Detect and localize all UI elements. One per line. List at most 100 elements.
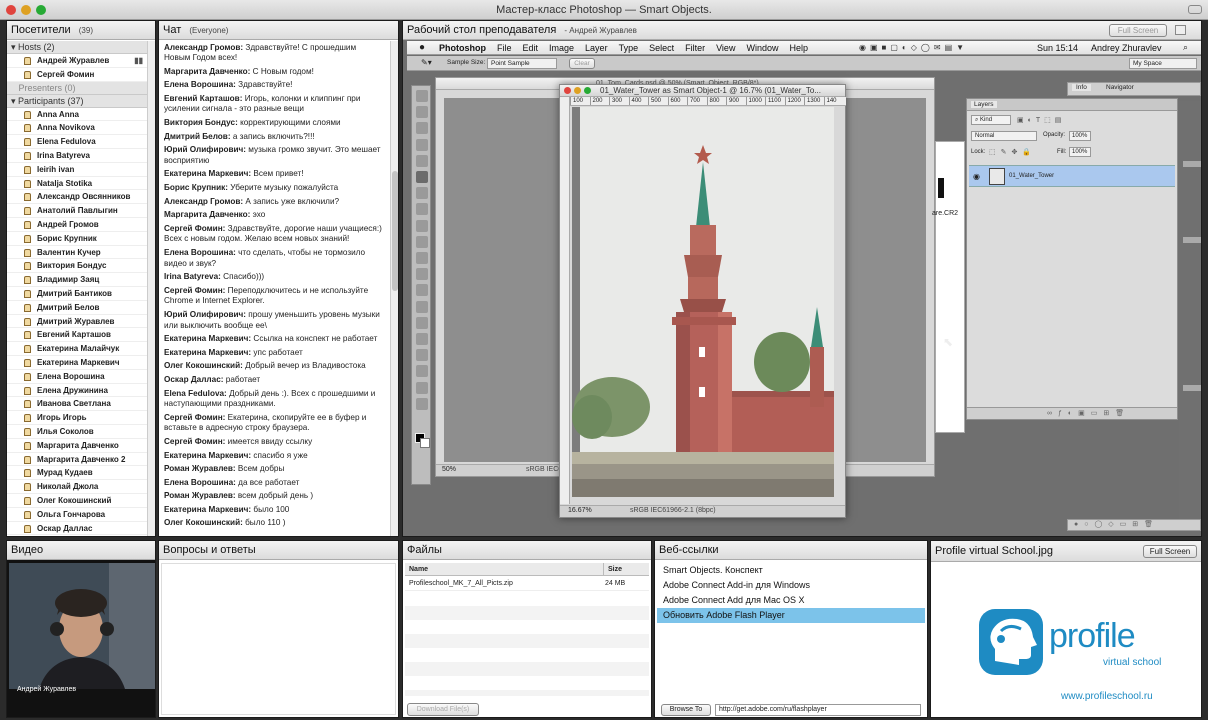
participant-item[interactable]: Валентин Кучер <box>7 246 147 260</box>
blur-tool-icon[interactable] <box>416 284 428 297</box>
opacity-field[interactable]: 100% <box>1069 131 1091 141</box>
layers-tab[interactable]: Layers <box>971 101 997 108</box>
ps-menu-view[interactable]: View <box>716 43 735 53</box>
path-select-tool-icon[interactable] <box>416 349 428 362</box>
weblink-item[interactable]: Обновить Adobe Flash Player <box>657 608 925 623</box>
participant-item[interactable]: Владимир Заяц <box>7 273 147 287</box>
bottom-panel-icons[interactable]: ●○◯◇▭⊞🗑 <box>1067 519 1201 531</box>
ps-menu-photoshop[interactable]: Photoshop <box>439 43 486 53</box>
participant-item[interactable]: Илья Соколов <box>7 425 147 439</box>
weblink-item[interactable]: Smart Objects. Конспект <box>657 563 925 578</box>
doc-minimize-button[interactable] <box>574 87 581 94</box>
type-tool-icon[interactable] <box>416 333 428 345</box>
eyedropper-icon[interactable]: ✎▾ <box>421 58 432 67</box>
presenters-group[interactable]: Presenters (0) <box>7 81 147 95</box>
weblink-item[interactable]: Adobe Connect Add для Mac OS X <box>657 593 925 608</box>
ps-menu-layer[interactable]: Layer <box>585 43 608 53</box>
doc-close-button[interactable] <box>564 87 571 94</box>
download-files-button[interactable]: Download File(s) <box>407 703 479 716</box>
participant-item[interactable]: Андрей Громов <box>7 218 147 232</box>
ps-menu-edit[interactable]: Edit <box>523 43 539 53</box>
participant-item[interactable]: Борис Крупник <box>7 232 147 246</box>
share-menu-icon[interactable] <box>1175 25 1186 35</box>
participant-item[interactable]: Ieirih ivan <box>7 163 147 177</box>
participant-item[interactable]: Маргарита Давченко 2 <box>7 453 147 467</box>
participant-item[interactable]: Elena Fedulova <box>7 135 147 149</box>
history-brush-tool-icon[interactable] <box>416 235 428 248</box>
participants-group[interactable]: ▾ Participants (37) <box>7 94 147 108</box>
zoom-window-button[interactable] <box>36 5 46 15</box>
participant-item[interactable]: Дмитрий Белов <box>7 301 147 315</box>
participant-item[interactable]: Игорь Игорь <box>7 411 147 425</box>
shape-tool-icon[interactable] <box>416 365 428 378</box>
apple-icon[interactable]: ● <box>419 41 425 55</box>
eraser-tool-icon[interactable] <box>416 252 428 264</box>
participant-item[interactable]: Мурад Кудаев <box>7 466 147 481</box>
ps-menu-window[interactable]: Window <box>746 43 778 53</box>
brush-tool-icon[interactable] <box>416 203 428 216</box>
layer-filter-kind[interactable]: ⌕ Kind <box>971 115 1011 125</box>
search-icon[interactable]: ⌕ <box>1183 42 1188 53</box>
participant-item[interactable]: Екатерина Маркевич <box>7 356 147 370</box>
stamp-tool-icon[interactable] <box>416 219 428 232</box>
healing-tool-icon[interactable] <box>416 187 428 200</box>
minimize-window-button[interactable] <box>21 5 31 15</box>
ps-menu-file[interactable]: File <box>497 43 512 53</box>
info-tab[interactable]: Info <box>1072 84 1091 91</box>
ps-menu-type[interactable]: Type <box>619 43 639 53</box>
participant-item[interactable]: Маргарита Давченко <box>7 439 147 453</box>
layer-row-water-tower[interactable]: ◉ 01_Water_Tower <box>969 165 1175 187</box>
dodge-tool-icon[interactable] <box>416 300 428 313</box>
participant-item[interactable]: Виктория Бондус <box>7 259 147 274</box>
fill-field[interactable]: 100% <box>1069 147 1091 157</box>
participant-item[interactable]: Екатерина Малайчук <box>7 342 147 356</box>
eye-icon[interactable]: ◉ <box>973 172 980 181</box>
participant-item[interactable]: Елена Ворошина <box>7 370 147 384</box>
hosts-group[interactable]: ▾ Hosts (2) <box>7 41 147 54</box>
browse-to-button[interactable]: Browse To <box>661 704 711 716</box>
participant-item[interactable]: Оскар Даллас <box>7 522 147 536</box>
marquee-tool-icon[interactable] <box>416 106 428 119</box>
host-item[interactable]: Андрей Журавлев ▮▮ <box>7 54 147 68</box>
move-tool-icon[interactable] <box>416 90 428 102</box>
doc-zoom-button[interactable] <box>584 87 591 94</box>
share-fullscreen-button[interactable]: Full Screen <box>1109 24 1167 37</box>
chat-scrollbar[interactable] <box>390 41 398 536</box>
files-col-size[interactable]: Size <box>603 563 622 576</box>
participant-item[interactable]: Александр Овсянников <box>7 190 147 205</box>
participant-item[interactable]: Олег Кокошинский <box>7 494 147 508</box>
gradient-tool-icon[interactable] <box>416 268 428 281</box>
crop-tool-icon[interactable] <box>416 154 428 167</box>
weblink-item[interactable]: Adobe Connect Add-in для Windows <box>657 578 925 593</box>
close-window-button[interactable] <box>6 5 16 15</box>
participant-item[interactable]: Anna Novikova <box>7 121 147 136</box>
webcam-video[interactable] <box>9 563 155 689</box>
profile-fullscreen-button[interactable]: Full Screen <box>1143 545 1197 558</box>
participant-item[interactable]: Anna Anna <box>7 108 147 122</box>
ps-menu-image[interactable]: Image <box>549 43 574 53</box>
files-col-name[interactable]: Name <box>409 563 428 576</box>
ps-menu-select[interactable]: Select <box>649 43 674 53</box>
ps-menu-filter[interactable]: Filter <box>685 43 705 53</box>
lasso-tool-icon[interactable] <box>416 122 428 135</box>
eyedropper-tool-icon[interactable] <box>416 171 428 183</box>
navigator-tab[interactable]: Navigator <box>1102 84 1138 91</box>
quick-select-tool-icon[interactable] <box>416 138 428 151</box>
lock-icons[interactable]: ⬚✎✥🔒 <box>989 148 1036 156</box>
file-row[interactable]: Profileschool_MK_7_All_Picts.zip 24 MB <box>405 577 649 591</box>
participant-item[interactable]: Дмитрий Бантиков <box>7 287 147 301</box>
zoom-tool-icon[interactable] <box>416 397 428 410</box>
front-document-window[interactable]: 01_Water_Tower as Smart Object-1 @ 16.7%… <box>559 84 846 518</box>
participant-item[interactable]: Анатолий Павлыгин <box>7 204 147 218</box>
blend-mode-select[interactable]: Normal <box>971 131 1037 141</box>
hand-tool-icon[interactable] <box>416 381 428 394</box>
participant-item[interactable]: Евгений Карташов <box>7 328 147 343</box>
participant-item[interactable]: Елена Дружинина <box>7 384 147 398</box>
host-item[interactable]: Сергей Фомин <box>7 68 147 82</box>
ps-menu-help[interactable]: Help <box>789 43 808 53</box>
chat-scroll-thumb[interactable] <box>392 171 398 291</box>
background-color-swatch[interactable] <box>420 438 430 448</box>
toolbar-toggle-button[interactable] <box>1188 5 1202 14</box>
workspace-select[interactable]: My Space <box>1129 58 1197 69</box>
layer-filter-icons[interactable]: ▣◐T⬚▤ <box>1017 116 1107 125</box>
